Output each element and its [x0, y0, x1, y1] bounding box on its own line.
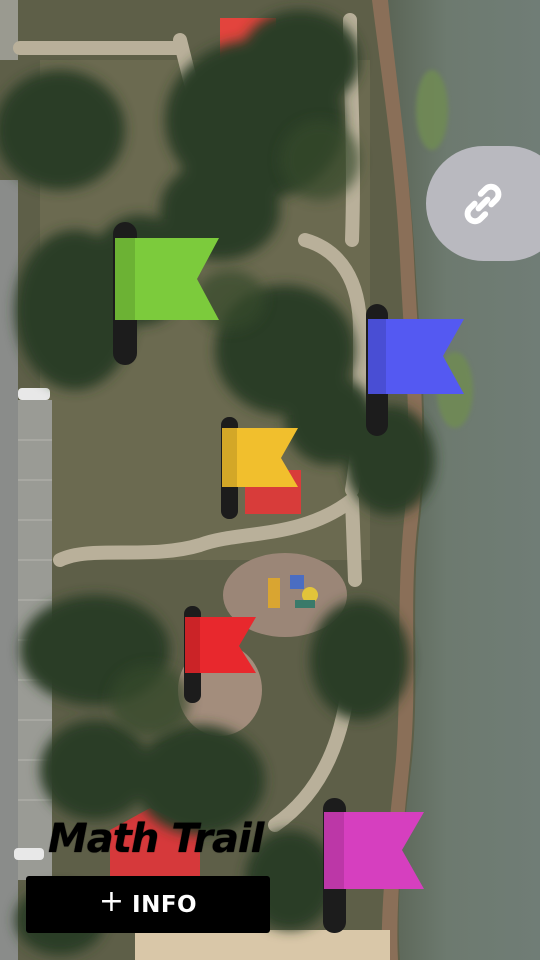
flag-red[interactable]: [184, 606, 259, 706]
plus-icon: +: [98, 883, 125, 919]
flag-green[interactable]: [113, 222, 223, 367]
flag-icon: [323, 798, 424, 933]
flag-icon: [221, 417, 298, 519]
flag-yellow[interactable]: [221, 417, 301, 522]
info-button[interactable]: + INFO: [26, 876, 270, 933]
link-icon: [464, 183, 502, 224]
road: [0, 180, 18, 960]
flag-icon: [366, 304, 464, 436]
link-button[interactable]: [426, 146, 540, 261]
parked-car: [14, 848, 44, 860]
flag-blue[interactable]: [366, 304, 466, 439]
parked-car: [18, 388, 50, 400]
flag-icon: [113, 222, 219, 365]
app-title: Math Trail: [48, 816, 264, 862]
flag-magenta[interactable]: [323, 798, 427, 936]
flag-icon: [184, 606, 256, 703]
info-button-label: INFO: [132, 891, 198, 918]
